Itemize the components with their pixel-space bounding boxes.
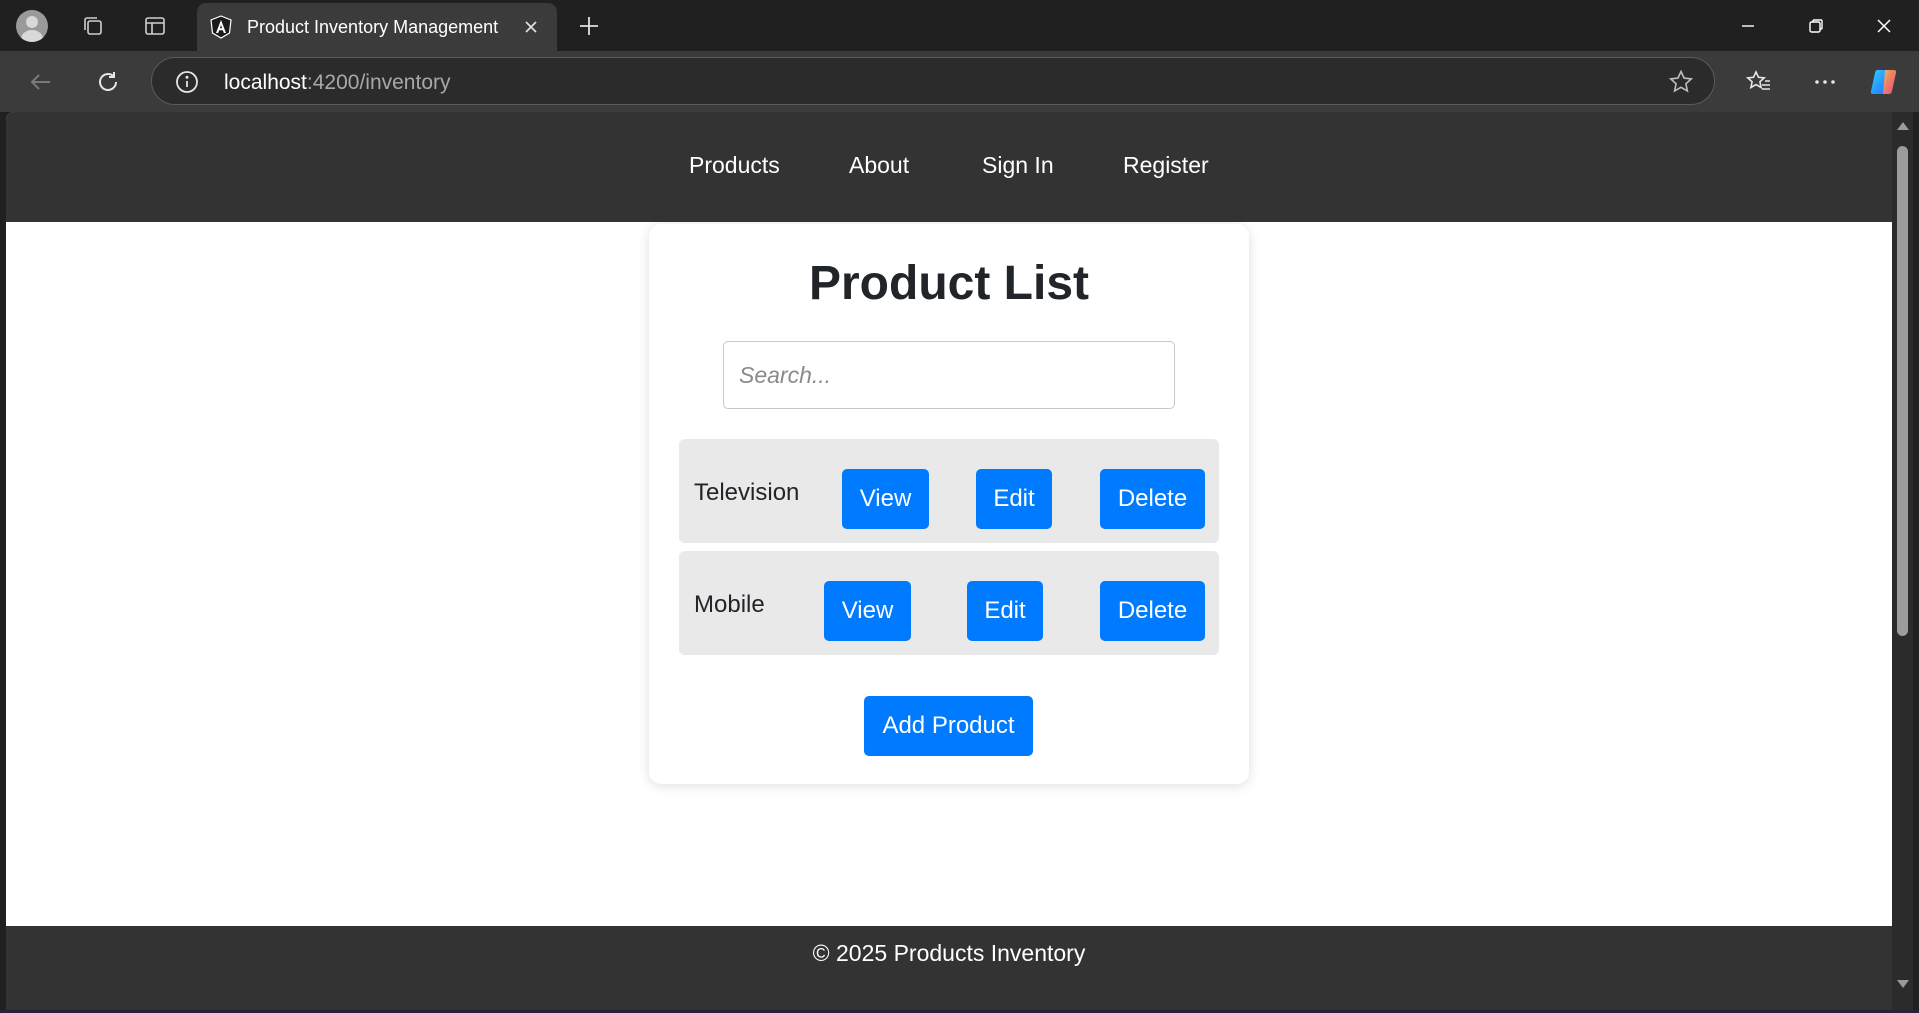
minimize-icon[interactable] [1714,0,1782,51]
close-window-icon[interactable] [1850,0,1918,51]
vertical-tabs-icon[interactable] [137,8,173,44]
reload-icon[interactable] [89,63,127,101]
address-bar[interactable]: localhost:4200/inventory [151,57,1715,105]
nav-products-link[interactable]: Products [689,152,780,179]
page-viewport: Products About Sign In Register Product … [6,112,1892,1010]
edit-button[interactable]: Edit [967,581,1043,641]
view-button[interactable]: View [824,581,911,641]
scrollbar-thumb[interactable] [1897,146,1908,636]
scroll-down-arrow-icon[interactable] [1897,980,1909,988]
product-name: Mobile [694,591,765,618]
back-arrow-icon[interactable] [22,63,60,101]
nav-about-link[interactable]: About [849,152,909,179]
product-row: Television View Edit Delete [679,439,1219,543]
site-info-icon[interactable] [174,69,200,95]
vertical-scrollbar[interactable] [1892,112,1913,1010]
footer-text: © 2025 Products Inventory [812,940,1086,966]
close-tab-icon[interactable] [519,15,543,39]
delete-button[interactable]: Delete [1100,581,1205,641]
top-navbar: Products About Sign In Register [6,112,1892,222]
browser-toolbar: localhost:4200/inventory [0,51,1919,112]
copilot-icon[interactable] [1866,63,1904,101]
scroll-up-arrow-icon[interactable] [1897,122,1909,130]
page-footer: © 2025 Products Inventory [6,926,1892,1010]
view-button[interactable]: View [842,469,929,529]
tab-strip: Product Inventory Management [0,0,1919,51]
delete-button[interactable]: Delete [1100,469,1205,529]
edit-button[interactable]: Edit [976,469,1052,529]
tab-title: Product Inventory Management [247,16,499,37]
product-name: Television [694,479,800,506]
product-list-card: Product List Television View Edit Delete… [649,224,1249,784]
nav-sign-in-link[interactable]: Sign In [982,152,1054,179]
product-row: Mobile View Edit Delete [679,551,1219,655]
url-path: :4200/inventory [306,71,451,94]
active-tab[interactable]: Product Inventory Management [197,3,557,51]
url-host: localhost [224,71,307,94]
new-tab-icon[interactable] [571,8,607,44]
restore-icon[interactable] [1782,0,1850,51]
workspaces-icon[interactable] [75,8,111,44]
more-options-icon[interactable] [1806,63,1844,101]
favorites-icon[interactable] [1740,63,1778,101]
nav-register-link[interactable]: Register [1123,152,1209,179]
favorite-star-icon[interactable] [1668,69,1694,95]
page-title: Product List [808,257,1089,310]
url-text[interactable]: localhost:4200/inventory [224,71,451,95]
search-input[interactable] [723,341,1175,409]
angular-favicon-icon [209,15,233,39]
profile-avatar-icon[interactable] [14,8,50,44]
add-product-button[interactable]: Add Product [864,696,1033,756]
browser-window: Product Inventory Management localhost:4… [0,0,1919,1013]
